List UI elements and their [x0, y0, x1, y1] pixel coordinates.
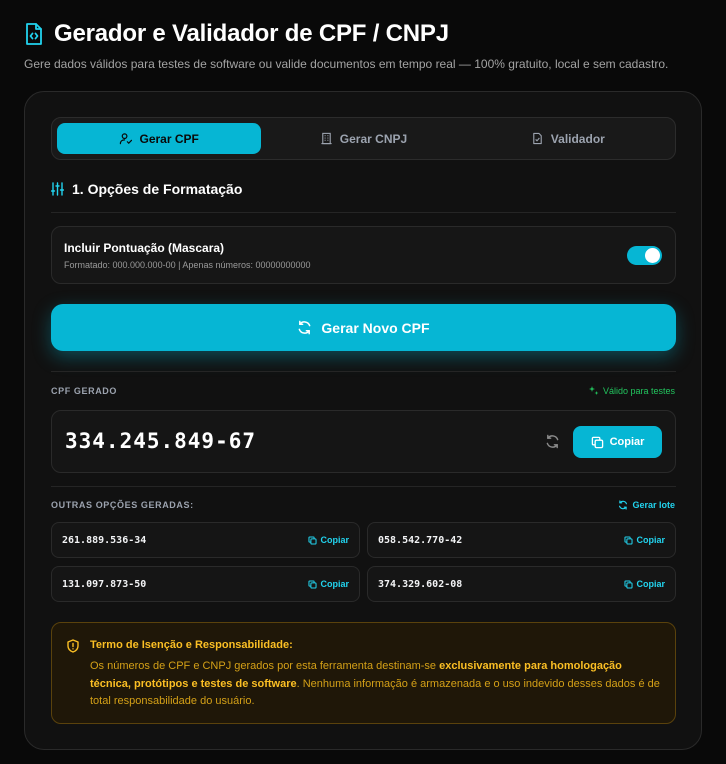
file-check-icon — [533, 132, 542, 145]
punctuation-option: Incluir Pontuação (Mascara) Formatado: 0… — [51, 226, 676, 284]
divider — [51, 212, 676, 213]
disclaimer-box: Termo de Isenção e Responsabilidade: Os … — [51, 622, 676, 724]
generate-batch-link[interactable]: Gerar lote — [618, 500, 675, 510]
cpf-value: 131.097.873-50 — [62, 579, 147, 590]
generated-cpf-box: 334.245.849-67 Copiar — [51, 410, 676, 473]
page-header: Gerador e Validador de CPF / CNPJ Gere d… — [24, 20, 714, 71]
file-code-icon — [24, 22, 44, 46]
building-icon — [321, 132, 332, 145]
copy-link[interactable]: Copiar — [308, 579, 349, 589]
disclaimer-title: Termo de Isenção e Responsabilidade: — [90, 639, 293, 651]
refresh-icon — [299, 320, 311, 335]
others-label: OUTRAS OPÇÕES GERADAS: — [51, 500, 194, 510]
cpf-value: 374.329.602-08 — [378, 579, 463, 590]
list-item: 131.097.873-50 Copiar — [51, 566, 360, 602]
list-item: 058.542.770-42 Copiar — [367, 522, 676, 558]
main-card: Gerar CPF Gerar CNPJ Validador 1. Opções… — [24, 91, 702, 750]
page-subtitle: Gere dados válidos para testes de softwa… — [24, 57, 669, 71]
copy-button[interactable]: Copiar — [573, 426, 662, 458]
divider — [51, 371, 676, 372]
option-hint: Formatado: 000.000.000-00 | Apenas númer… — [64, 260, 311, 270]
batch-label: Gerar lote — [632, 500, 675, 510]
copy-link[interactable]: Copiar — [308, 535, 349, 545]
tab-gerar-cpf[interactable]: Gerar CPF — [57, 123, 262, 154]
cpf-value: 058.542.770-42 — [378, 535, 463, 546]
copy-link[interactable]: Copiar — [624, 535, 665, 545]
tab-label: Gerar CNPJ — [339, 131, 408, 146]
copy-icon — [308, 579, 318, 589]
cpf-value: 261.889.536-34 — [62, 535, 147, 546]
generate-button-label: Gerar Novo CPF — [321, 319, 430, 336]
disclaimer-text: Os números de CPF e CNPJ gerados por est… — [90, 658, 665, 711]
tab-bar: Gerar CPF Gerar CNPJ Validador — [51, 117, 676, 160]
result-label: CPF GERADO — [51, 386, 118, 396]
tab-label: Validador — [550, 131, 605, 146]
list-item: 374.329.602-08 Copiar — [367, 566, 676, 602]
generate-cpf-button[interactable]: Gerar Novo CPF — [51, 304, 676, 351]
copy-icon — [308, 535, 318, 545]
copy-button-label: Copiar — [609, 436, 645, 448]
section-title-text: 1. Opções de Formatação — [72, 181, 243, 197]
copy-link-label: Copiar — [320, 579, 349, 589]
toggle-knob — [645, 248, 660, 263]
page-title: Gerador e Validador de CPF / CNPJ — [54, 20, 449, 47]
shield-alert-icon — [67, 639, 79, 653]
tab-label: Gerar CPF — [139, 131, 199, 146]
tab-gerar-cnpj[interactable]: Gerar CNPJ — [261, 123, 465, 154]
copy-icon — [624, 579, 634, 589]
sparkles-icon — [588, 386, 599, 395]
user-icon — [120, 133, 133, 145]
sliders-icon — [51, 182, 64, 196]
refresh-icon — [619, 500, 628, 510]
copy-link[interactable]: Copiar — [624, 579, 665, 589]
copy-link-label: Copiar — [636, 535, 665, 545]
divider — [51, 486, 676, 487]
option-label: Incluir Pontuação (Mascara) — [64, 241, 225, 255]
copy-link-label: Copiar — [320, 535, 349, 545]
copy-icon — [624, 535, 634, 545]
generated-cpf-value: 334.245.849-67 — [65, 429, 257, 453]
punctuation-toggle[interactable] — [627, 246, 662, 265]
valid-badge: Válido para testes — [588, 386, 675, 396]
regenerate-icon[interactable] — [545, 434, 560, 449]
valid-badge-text: Válido para testes — [602, 386, 675, 396]
copy-icon — [591, 436, 603, 448]
copy-link-label: Copiar — [636, 579, 665, 589]
list-item: 261.889.536-34 Copiar — [51, 522, 360, 558]
disclaimer-text-part: Os números de CPF e CNPJ gerados por est… — [90, 660, 440, 672]
tab-validador[interactable]: Validador — [466, 123, 670, 154]
section-title: 1. Opções de Formatação — [51, 181, 242, 197]
